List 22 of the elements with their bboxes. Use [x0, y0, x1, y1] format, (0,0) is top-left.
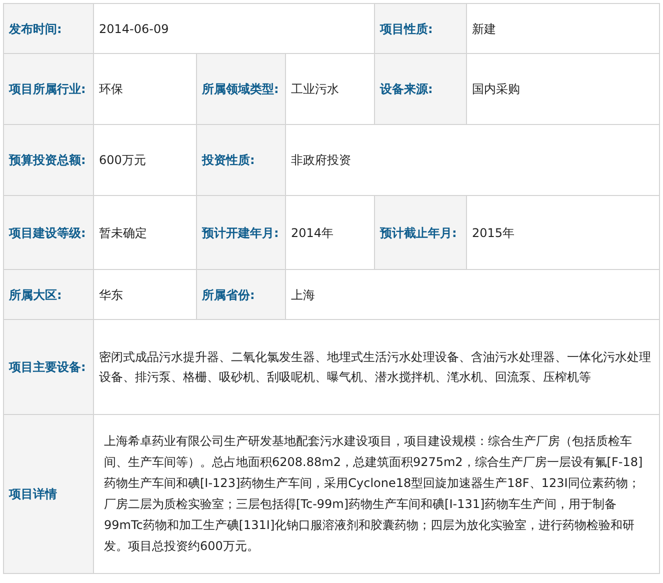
- field-label: 预计开建年月:: [196, 196, 286, 270]
- field-label: 投资性质:: [196, 124, 286, 196]
- field-value: 新建: [466, 4, 660, 54]
- detail-text: 上海希卓药业有限公司生产研发基地配套污水建设项目，项目建设规模：综合生产厂房（包括质检车间、生产车间等）。总占地面积6208.88m2，总建筑面积9275m2，综合生产厂房一层设有氟[F-18]药物生产车间和碘[I-123]药物生产车间，采用Cyclone18型回旋加速器生产18F、123I同位素药物；厂房二层为质检实验室；三层包括得[Tc-99m]药物生产车间和碘[I-131]药物车生产间，用于制备99mTc药物和加工生产碘[131I]化钠口服溶液剂和胶囊药物；四层为放化实验室，进行药物检验和研发。项目总投资约600万元。: [94, 414, 660, 574]
- field-label: 项目建设等级:: [4, 196, 94, 270]
- field-label: 所属省份:: [196, 270, 286, 320]
- field-label: 预算投资总额:: [4, 124, 94, 196]
- field-label: 项目性质:: [374, 4, 467, 54]
- field-value: 非政府投资: [286, 124, 660, 196]
- field-value: 上海: [286, 270, 660, 320]
- field-label: 项目所属行业:: [4, 54, 94, 124]
- field-label: 设备来源:: [374, 54, 467, 124]
- field-value: 国内采购: [466, 54, 660, 124]
- field-label: 预计截止年月:: [374, 196, 467, 270]
- field-label: 项目详情: [4, 414, 94, 574]
- field-label: 所属大区:: [4, 270, 94, 320]
- field-label: 发布时间:: [4, 4, 94, 54]
- field-value: 密闭式成品污水提升器、二氧化氯发生器、地埋式生活污水处理设备、含油污水处理器、一体化污水处理设备、排污泵、格栅、吸砂机、刮吸呢机、曝气机、潜水搅拌机、滗水机、回流泵、压榨机等: [94, 320, 660, 414]
- field-value: 2014-06-09: [94, 4, 375, 54]
- field-label: 项目主要设备:: [4, 320, 94, 414]
- field-value: 2015年: [466, 196, 660, 270]
- field-label: 所属领域类型:: [196, 54, 286, 124]
